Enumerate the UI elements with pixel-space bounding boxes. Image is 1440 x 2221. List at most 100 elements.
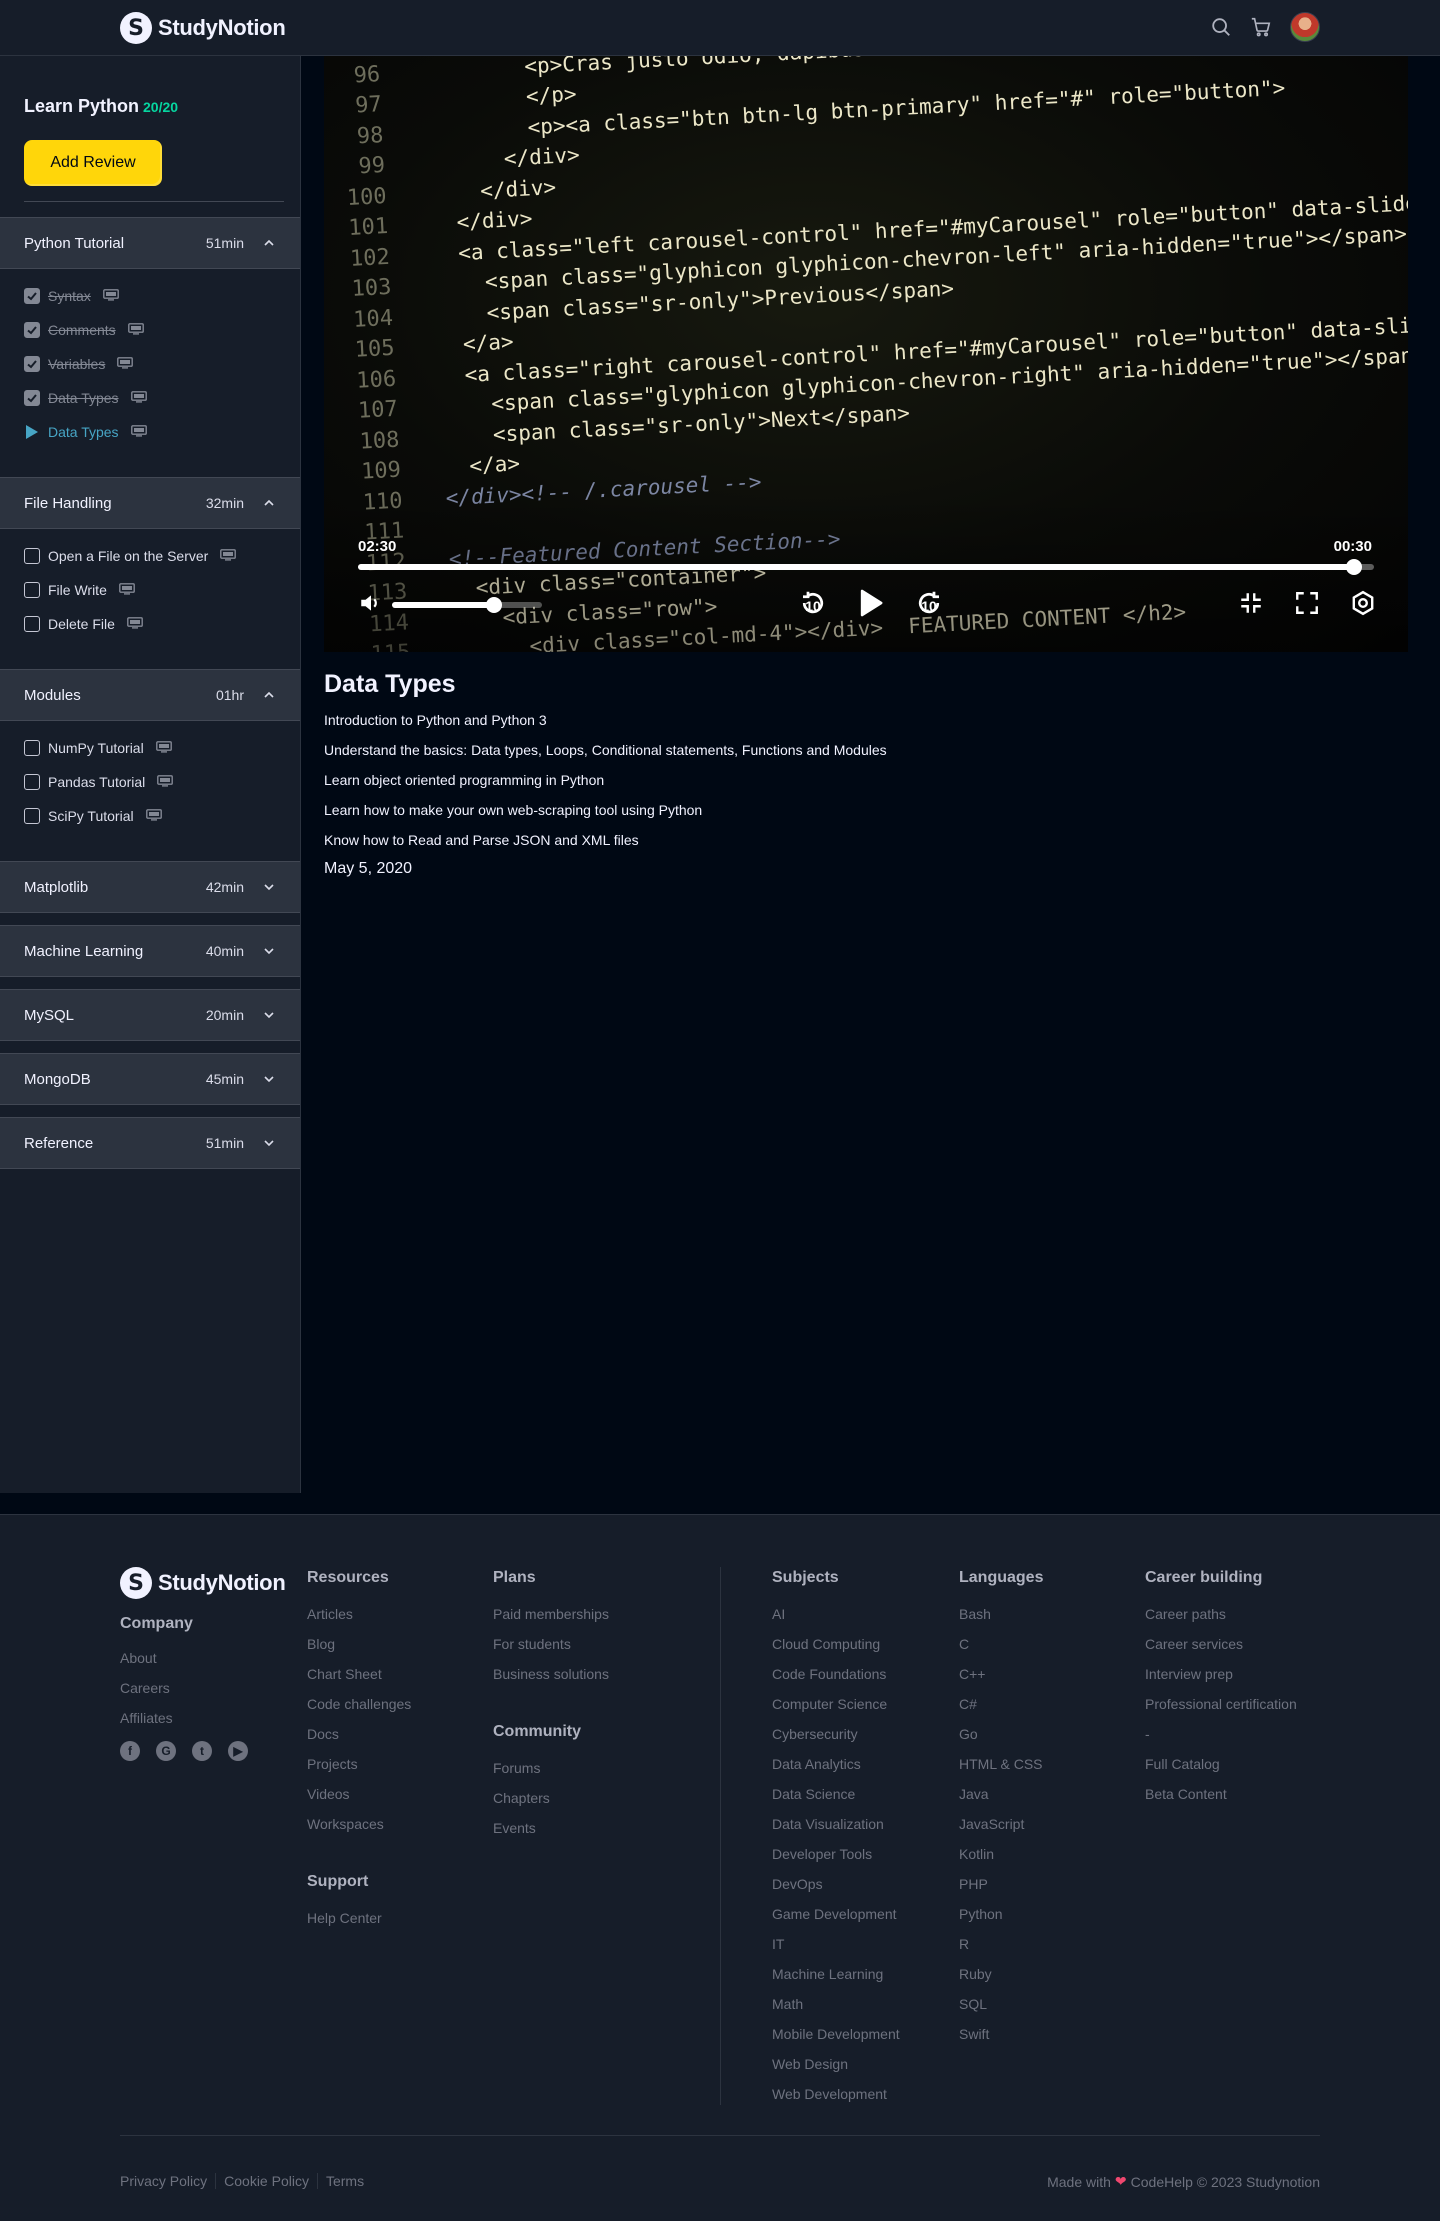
footer-link[interactable]: Data Visualization <box>772 1815 900 1845</box>
lecture-item[interactable]: Syntax <box>0 279 300 313</box>
settings-gear-icon[interactable] <box>1346 586 1380 620</box>
footer-link[interactable]: Code Foundations <box>772 1665 900 1695</box>
footer-link[interactable]: C++ <box>959 1665 1043 1695</box>
lecture-checkbox[interactable] <box>24 616 40 632</box>
forward-button[interactable]: 10 <box>912 586 946 620</box>
lecture-checkbox[interactable] <box>24 808 40 824</box>
footer-link[interactable]: Beta Content <box>1145 1785 1297 1815</box>
section-header[interactable]: Reference 51min <box>0 1117 300 1169</box>
footer-link[interactable]: C <box>959 1635 1043 1665</box>
footer-link[interactable]: Professional certification <box>1145 1695 1297 1725</box>
footer-logo[interactable]: S StudyNotion <box>120 1567 286 1599</box>
lecture-checkbox[interactable] <box>24 740 40 756</box>
lecture-checkbox[interactable] <box>24 774 40 790</box>
google-icon[interactable]: G <box>156 1741 176 1761</box>
chevron-down-icon[interactable] <box>264 1135 274 1152</box>
footer-link[interactable]: Blog <box>307 1635 411 1665</box>
footer-link[interactable]: Bash <box>959 1605 1043 1635</box>
footer-link[interactable]: Web Development <box>772 2085 900 2115</box>
lecture-checkbox[interactable] <box>24 322 40 338</box>
footer-link[interactable]: Data Science <box>772 1785 900 1815</box>
avatar[interactable] <box>1290 12 1320 42</box>
footer-link[interactable]: Interview prep <box>1145 1665 1297 1695</box>
footer-link[interactable]: Ruby <box>959 1965 1043 1995</box>
section-header[interactable]: Python Tutorial 51min <box>0 217 300 269</box>
footer-link[interactable]: For students <box>493 1635 609 1665</box>
footer-link[interactable]: Mobile Development <box>772 2025 900 2055</box>
lecture-item[interactable]: Delete File <box>0 607 300 641</box>
video-progress-bar[interactable] <box>358 559 1374 575</box>
footer-link[interactable]: Career paths <box>1145 1605 1297 1635</box>
lecture-item[interactable]: Data Types <box>0 415 300 449</box>
footer-link[interactable]: Python <box>959 1905 1043 1935</box>
footer-link[interactable]: Game Development <box>772 1905 900 1935</box>
footer-link[interactable]: AI <box>772 1605 900 1635</box>
footer-link[interactable]: Swift <box>959 2025 1043 2055</box>
footer-link[interactable]: Projects <box>307 1755 411 1785</box>
play-button[interactable] <box>854 586 888 620</box>
lecture-item[interactable]: SciPy Tutorial <box>0 799 300 833</box>
footer-link[interactable]: Business solutions <box>493 1665 609 1695</box>
footer-link[interactable]: Java <box>959 1785 1043 1815</box>
footer-link[interactable]: Docs <box>307 1725 411 1755</box>
footer-link[interactable]: Web Design <box>772 2055 900 2085</box>
section-header[interactable]: Machine Learning 40min <box>0 925 300 977</box>
footer-link[interactable]: About <box>120 1649 173 1679</box>
lecture-checkbox[interactable] <box>24 582 40 598</box>
lecture-item[interactable]: Variables <box>0 347 300 381</box>
chevron-down-icon[interactable] <box>264 943 274 960</box>
footer-link[interactable]: Computer Science <box>772 1695 900 1725</box>
video-progress-handle[interactable] <box>1345 559 1362 575</box>
lecture-checkbox[interactable] <box>24 288 40 304</box>
cart-icon[interactable] <box>1250 16 1272 38</box>
brand-logo[interactable]: S StudyNotion <box>120 12 286 44</box>
volume-icon[interactable] <box>358 590 384 621</box>
legal-link[interactable]: Terms <box>318 2173 372 2189</box>
footer-link[interactable]: Videos <box>307 1785 411 1815</box>
chevron-up-icon[interactable] <box>264 687 274 704</box>
footer-link[interactable]: Full Catalog <box>1145 1755 1297 1785</box>
footer-link[interactable]: Go <box>959 1725 1043 1755</box>
add-review-button[interactable]: Add Review <box>24 140 162 186</box>
footer-link[interactable]: Cloud Computing <box>772 1635 900 1665</box>
legal-link[interactable]: Privacy Policy <box>120 2173 217 2189</box>
search-icon[interactable] <box>1210 16 1232 38</box>
footer-link[interactable]: C# <box>959 1695 1043 1725</box>
volume-slider[interactable] <box>392 597 542 613</box>
chevron-down-icon[interactable] <box>264 1007 274 1024</box>
footer-link[interactable]: Data Analytics <box>772 1755 900 1785</box>
footer-link[interactable]: IT <box>772 1935 900 1965</box>
footer-link[interactable]: JavaScript <box>959 1815 1043 1845</box>
lecture-item[interactable]: NumPy Tutorial <box>0 731 300 765</box>
footer-link[interactable]: Math <box>772 1995 900 2025</box>
fullscreen-icon[interactable] <box>1290 586 1324 620</box>
facebook-icon[interactable]: f <box>120 1741 140 1761</box>
lecture-checkbox[interactable] <box>24 548 40 564</box>
youtube-icon[interactable]: ▶ <box>228 1741 248 1761</box>
chevron-down-icon[interactable] <box>264 1071 274 1088</box>
footer-link[interactable]: Chart Sheet <box>307 1665 411 1695</box>
section-header[interactable]: File Handling 32min <box>0 477 300 529</box>
twitter-icon[interactable]: t <box>192 1741 212 1761</box>
lecture-checkbox[interactable] <box>24 390 40 406</box>
footer-link[interactable]: Kotlin <box>959 1845 1043 1875</box>
footer-link[interactable]: Paid memberships <box>493 1605 609 1635</box>
section-header[interactable]: Modules 01hr <box>0 669 300 721</box>
footer-link[interactable]: Workspaces <box>307 1815 411 1845</box>
lecture-item[interactable]: Comments <box>0 313 300 347</box>
footer-link[interactable]: HTML & CSS <box>959 1755 1043 1785</box>
lecture-item[interactable]: File Write <box>0 573 300 607</box>
video-player[interactable]: one more for good measure.96 <p>Cras jus… <box>324 56 1408 652</box>
section-header[interactable]: MySQL 20min <box>0 989 300 1041</box>
lecture-item[interactable]: Data Types <box>0 381 300 415</box>
section-header[interactable]: MongoDB 45min <box>0 1053 300 1105</box>
footer-link[interactable]: Career services <box>1145 1635 1297 1665</box>
footer-link[interactable]: DevOps <box>772 1875 900 1905</box>
footer-link[interactable]: Help Center <box>307 1909 382 1939</box>
footer-link[interactable]: Careers <box>120 1679 173 1709</box>
chevron-up-icon[interactable] <box>264 235 274 252</box>
footer-link[interactable]: R <box>959 1935 1043 1965</box>
footer-link[interactable]: PHP <box>959 1875 1043 1905</box>
footer-link[interactable]: Articles <box>307 1605 411 1635</box>
chevron-up-icon[interactable] <box>264 495 274 512</box>
